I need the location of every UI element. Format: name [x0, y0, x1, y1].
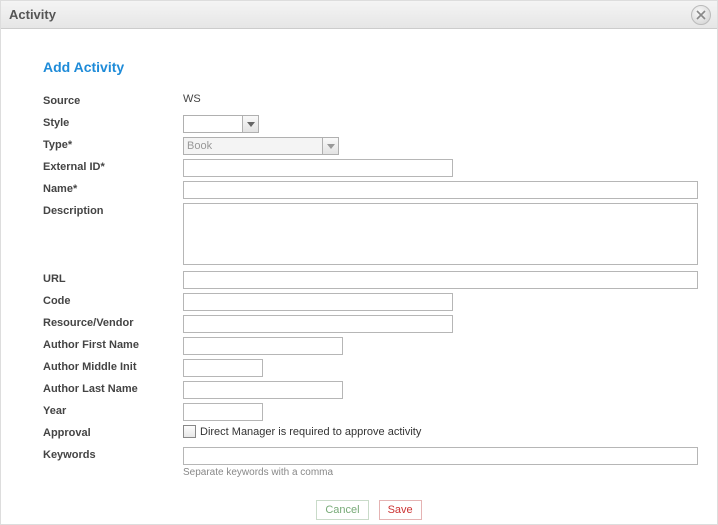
- author-middle-input[interactable]: [183, 359, 263, 377]
- row-author-middle: Author Middle Init: [43, 359, 695, 378]
- resource-vendor-input[interactable]: [183, 315, 453, 333]
- approval-checkbox[interactable]: [183, 425, 196, 438]
- chevron-down-icon: [247, 122, 255, 127]
- keywords-input[interactable]: [183, 447, 698, 465]
- type-select-trigger[interactable]: [323, 137, 339, 155]
- label-approval: Approval: [43, 425, 183, 439]
- author-first-input[interactable]: [183, 337, 343, 355]
- row-code: Code: [43, 293, 695, 312]
- label-source: Source: [43, 93, 183, 107]
- label-author-middle: Author Middle Init: [43, 359, 183, 373]
- button-bar: Cancel Save: [43, 500, 695, 520]
- form-heading: Add Activity: [43, 59, 695, 75]
- row-approval: Approval Direct Manager is required to a…: [43, 425, 695, 444]
- author-last-input[interactable]: [183, 381, 343, 399]
- label-keywords: Keywords: [43, 447, 183, 461]
- type-select-input[interactable]: [183, 137, 323, 155]
- label-author-last: Author Last Name: [43, 381, 183, 395]
- external-id-input[interactable]: [183, 159, 453, 177]
- year-input[interactable]: [183, 403, 263, 421]
- row-style: Style: [43, 115, 695, 134]
- chevron-down-icon: [327, 144, 335, 149]
- close-icon: [696, 10, 706, 20]
- label-style: Style: [43, 115, 183, 129]
- type-select[interactable]: [183, 137, 339, 155]
- style-select-input[interactable]: [183, 115, 243, 133]
- description-input[interactable]: [183, 203, 698, 265]
- keywords-helper: Separate keywords with a comma: [183, 467, 698, 478]
- label-name: Name*: [43, 181, 183, 195]
- label-resource-vendor: Resource/Vendor: [43, 315, 183, 329]
- label-external-id: External ID*: [43, 159, 183, 173]
- style-select[interactable]: [183, 115, 259, 133]
- dialog-title: Activity: [9, 7, 56, 22]
- label-url: URL: [43, 271, 183, 285]
- save-button[interactable]: Save: [379, 500, 422, 520]
- row-external-id: External ID*: [43, 159, 695, 178]
- style-select-trigger[interactable]: [243, 115, 259, 133]
- row-keywords: Keywords Separate keywords with a comma: [43, 447, 695, 478]
- label-code: Code: [43, 293, 183, 307]
- activity-dialog: Activity Add Activity Source WS Style: [0, 0, 718, 525]
- cancel-button[interactable]: Cancel: [316, 500, 368, 520]
- row-type: Type*: [43, 137, 695, 156]
- dialog-titlebar: Activity: [1, 1, 717, 29]
- url-input[interactable]: [183, 271, 698, 289]
- row-description: Description: [43, 203, 695, 268]
- label-description: Description: [43, 203, 183, 217]
- code-input[interactable]: [183, 293, 453, 311]
- label-author-first: Author First Name: [43, 337, 183, 351]
- row-name: Name*: [43, 181, 695, 200]
- label-type: Type*: [43, 137, 183, 151]
- dialog-content: Add Activity Source WS Style Type*: [1, 29, 717, 525]
- close-button[interactable]: [691, 5, 711, 25]
- row-author-first: Author First Name: [43, 337, 695, 356]
- row-author-last: Author Last Name: [43, 381, 695, 400]
- row-year: Year: [43, 403, 695, 422]
- approval-checkbox-label: Direct Manager is required to approve ac…: [200, 426, 421, 438]
- label-year: Year: [43, 403, 183, 417]
- row-source: Source WS: [43, 93, 695, 112]
- row-resource-vendor: Resource/Vendor: [43, 315, 695, 334]
- row-url: URL: [43, 271, 695, 290]
- value-source: WS: [183, 93, 201, 105]
- name-input[interactable]: [183, 181, 698, 199]
